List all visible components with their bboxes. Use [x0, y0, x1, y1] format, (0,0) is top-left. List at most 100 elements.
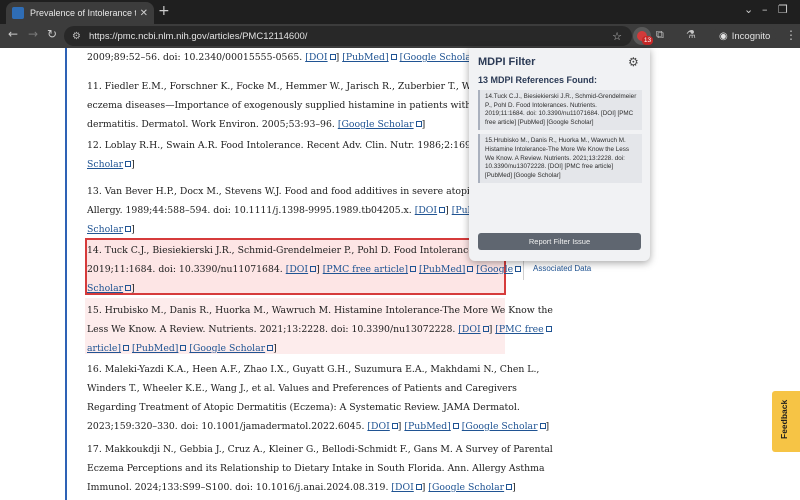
- mdpi-filter-extension-button[interactable]: 13: [633, 27, 653, 45]
- reference-text: 2023;159:320–330. doi: 10.1001/jamaderma…: [87, 421, 368, 432]
- reference-link[interactable]: Scholar: [87, 283, 132, 294]
- reference-link-text: article]: [87, 343, 122, 354]
- reference-link[interactable]: [DOI: [391, 482, 422, 493]
- lab-flask-icon[interactable]: ⚗: [686, 28, 696, 41]
- reference-text: ]: [316, 264, 323, 275]
- settings-gear-icon[interactable]: ⚙: [628, 55, 639, 69]
- extensions-puzzle-icon[interactable]: ⧉: [656, 28, 664, 42]
- forward-arrow-icon[interactable]: →: [28, 27, 38, 41]
- address-bar[interactable]: ⚙ https://pmc.ncbi.nlm.nih.gov/articles/…: [64, 26, 632, 46]
- reference-text: ]: [131, 224, 135, 235]
- associated-data-link[interactable]: Associated Data: [533, 264, 591, 273]
- content-accent-rule: [65, 48, 67, 500]
- reference-text: ]: [131, 283, 135, 294]
- reference-link[interactable]: [DOI: [458, 324, 489, 335]
- browser-tab[interactable]: Prevalence of Intolerance to Ad… ✕: [6, 2, 154, 24]
- restore-icon[interactable]: ❐: [778, 3, 788, 16]
- reference-line: 16. Maleki-Yazdi K.A., Heen A.F., Zhao I…: [87, 360, 539, 379]
- reference-text: 14. Tuck C.J., Biesiekierski J.R., Schmi…: [87, 245, 522, 256]
- reference-text: Winders T., Wheeler K.E., Wang J., et al…: [87, 383, 517, 394]
- ref-17: 17. Makkoukdji N., Gebbia J., Cruz A., K…: [87, 440, 553, 497]
- reference-link-text: [PubMed]: [419, 264, 466, 275]
- reference-text: ]: [131, 159, 135, 170]
- tab-close-icon[interactable]: ✕: [140, 8, 148, 19]
- external-link-icon: [515, 266, 522, 272]
- reference-link-text: [DOI: [458, 324, 481, 335]
- article-page: Associated Data 2009;89:52–56. doi: 10.2…: [0, 48, 800, 500]
- reference-link[interactable]: [DOI: [415, 205, 446, 216]
- minimize-icon[interactable]: –: [762, 3, 768, 16]
- reference-link[interactable]: [PubMed]: [342, 52, 397, 63]
- tab-search-icon[interactable]: ⌄: [744, 3, 753, 16]
- reference-line: 2009;89:52–56. doi: 10.2340/00015555-056…: [87, 48, 507, 67]
- report-filter-issue-button[interactable]: Report Filter Issue: [478, 233, 641, 250]
- mdpi-reference-list[interactable]: 14.Tuck C.J., Biesiekierski J.R., Schmid…: [478, 90, 642, 256]
- reference-link-text: [DOI: [305, 52, 328, 63]
- mdpi-reference-item[interactable]: 14.Tuck C.J., Biesiekierski J.R., Schmid…: [478, 90, 642, 131]
- ref-14: 14. Tuck C.J., Biesiekierski J.R., Schmi…: [87, 241, 522, 298]
- reference-link-text: [PMC free: [495, 324, 544, 335]
- reference-link[interactable]: [PMC free: [495, 324, 552, 335]
- reference-link[interactable]: article]: [87, 343, 130, 354]
- reference-link[interactable]: [PubMed]: [404, 421, 459, 432]
- reference-line: 2019;11:1684. doi: 10.3390/nu11071684. […: [87, 260, 522, 279]
- reference-link[interactable]: [DOI: [286, 264, 317, 275]
- reference-line: dermatitis. Dermatol. Work Environ. 2005…: [87, 115, 507, 134]
- browser-menu-icon[interactable]: ⋮: [785, 28, 797, 42]
- reload-icon[interactable]: ↻: [47, 27, 57, 41]
- reference-link[interactable]: [DOI: [305, 52, 336, 63]
- reference-text: Less We Know. A Review. Nutrients. 2021;…: [87, 324, 459, 335]
- reference-link-text: [PubMed]: [404, 421, 451, 432]
- reference-link-text: [Google Scholar: [189, 343, 266, 354]
- reference-count: 13 MDPI References Found:: [478, 75, 598, 85]
- ref-16: 16. Maleki-Yazdi K.A., Heen A.F., Zhao I…: [87, 360, 549, 436]
- reference-link[interactable]: [Google Scholar: [428, 482, 513, 493]
- reference-text: 15. Hrubisko M., Danis R., Huorka M., Wa…: [87, 305, 553, 316]
- reference-link[interactable]: Scholar: [87, 159, 132, 170]
- reference-line: 11. Fiedler E.M., Forschner K., Focke M.…: [87, 77, 533, 96]
- reference-link-text: Scholar: [87, 159, 124, 170]
- site-info-icon[interactable]: ⚙: [72, 31, 81, 42]
- reference-link[interactable]: [PubMed]: [132, 343, 187, 354]
- back-arrow-icon[interactable]: ←: [8, 27, 18, 41]
- reference-text: ]: [512, 482, 516, 493]
- reference-link[interactable]: [Google Scholar: [189, 343, 274, 354]
- popup-title: MDPI Filter: [478, 56, 536, 68]
- mdpi-reference-item[interactable]: 15.Hrubisko M., Danis R., Huorka M., Waw…: [478, 134, 642, 184]
- reference-text: 11. Fiedler E.M., Forschner K., Focke M.…: [87, 81, 534, 92]
- reference-line: 17. Makkoukdji N., Gebbia J., Cruz A., K…: [87, 440, 553, 459]
- tab-strip: Prevalence of Intolerance to Ad… ✕ + ⌄ –…: [0, 0, 800, 24]
- incognito-label: Incognito: [731, 30, 771, 42]
- ref-15: 15. Hrubisko M., Danis R., Huorka M., Wa…: [87, 301, 553, 358]
- reference-text: 2019;11:1684. doi: 10.3390/nu11071684.: [87, 264, 286, 275]
- ref-11: 11. Fiedler E.M., Forschner K., Focke M.…: [87, 77, 533, 134]
- reference-link-text: [Google Scholar: [428, 482, 505, 493]
- url-text[interactable]: https://pmc.ncbi.nlm.nih.gov/articles/PM…: [89, 31, 612, 42]
- reference-line: 14. Tuck C.J., Biesiekierski J.R., Schmi…: [87, 241, 521, 260]
- reference-line: Allergy. 1989;44:588–594. doi: 10.1111/j…: [87, 201, 529, 220]
- reference-link[interactable]: [Google Scholar: [462, 421, 546, 432]
- reference-link[interactable]: [PubMed]: [419, 264, 474, 275]
- reference-link-text: [Google Scholar: [461, 421, 538, 432]
- bookmark-star-icon[interactable]: ☆: [612, 30, 622, 43]
- reference-link[interactable]: [DOI: [367, 421, 398, 432]
- new-tab-button[interactable]: +: [158, 3, 170, 19]
- reference-line: Winders T., Wheeler K.E., Wang J., et al…: [87, 379, 517, 398]
- reference-text: Regarding Treatment of Atopic Dermatitis…: [87, 402, 520, 413]
- reference-text: ]: [545, 421, 550, 432]
- reference-line: 15. Hrubisko M., Danis R., Huorka M., Wa…: [87, 301, 553, 320]
- reference-link-text: [PubMed]: [342, 52, 389, 63]
- reference-link[interactable]: [Google: [476, 264, 522, 275]
- external-link-icon: [390, 54, 397, 60]
- feedback-tab[interactable]: Feedback: [772, 391, 800, 452]
- reference-text: 16. Maleki-Yazdi K.A., Heen A.F., Zhao I…: [87, 364, 540, 375]
- reference-link[interactable]: Scholar: [87, 224, 132, 235]
- reference-link[interactable]: [Google Scholar: [338, 119, 422, 130]
- feedback-label: Feedback: [779, 399, 789, 439]
- reference-link-text: Scholar: [87, 224, 124, 235]
- reference-link[interactable]: [PMC free article]: [322, 264, 417, 275]
- reference-link-text: [PMC free article]: [322, 264, 409, 275]
- incognito-indicator[interactable]: ◉ Incognito: [713, 27, 777, 45]
- ref-13: 13. Van Bever H.P., Docx M., Stevens W.J…: [87, 182, 529, 239]
- reference-text: Eczema Perceptions and its Relationship …: [87, 463, 545, 474]
